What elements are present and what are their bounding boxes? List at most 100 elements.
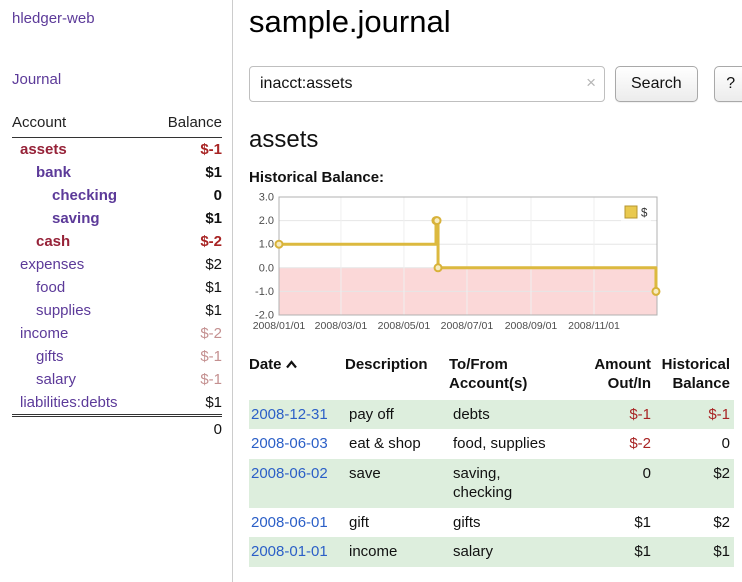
transaction-historical-balance: $2 <box>655 459 734 508</box>
transaction-accounts: food, supplies <box>449 429 575 459</box>
accounts-col-account: Account <box>12 114 66 131</box>
svg-text:2008/11/01: 2008/11/01 <box>568 320 620 332</box>
account-row: gifts $-1 <box>12 345 222 368</box>
account-link[interactable]: income <box>12 325 68 342</box>
account-balance: $2 <box>205 256 222 273</box>
svg-text:2.0: 2.0 <box>259 215 274 227</box>
accounts-rows: assets$-1bank$1checking0saving$1cash$-2e… <box>12 138 222 414</box>
register-header-row: Date Description To/From Account(s) Amou… <box>249 354 734 400</box>
account-link[interactable]: liabilities:debts <box>12 394 118 411</box>
historical-balance-chart-container: 3.02.01.00.0-1.0-2.02008/01/012008/03/01… <box>249 191 742 342</box>
sidebar-item-journal[interactable]: Journal <box>12 71 61 88</box>
transaction-date-link[interactable]: 2008-06-02 <box>251 465 328 482</box>
transaction-description: gift <box>345 508 449 538</box>
transaction-description: eat & shop <box>345 429 449 459</box>
svg-text:-1.0: -1.0 <box>255 286 274 298</box>
transaction-accounts: saving, checking <box>449 459 575 508</box>
accounts-table: Account Balance assets$-1bank$1checking0… <box>12 110 222 442</box>
transaction-date-link[interactable]: 2008-06-03 <box>251 435 328 452</box>
svg-text:$: $ <box>641 208 648 220</box>
help-button[interactable]: ? <box>714 66 742 102</box>
account-link[interactable]: saving <box>12 210 100 227</box>
account-balance: $1 <box>205 302 222 319</box>
transaction-historical-balance: $2 <box>655 508 734 538</box>
account-balance: $-1 <box>200 348 222 365</box>
register-col-description: Description <box>345 354 449 400</box>
transaction-description: pay off <box>345 400 449 430</box>
account-balance: $1 <box>205 164 222 181</box>
account-row: expenses $2 <box>12 253 222 276</box>
accounts-col-balance: Balance <box>168 114 222 131</box>
transaction-description: save <box>345 459 449 508</box>
account-balance: $-1 <box>200 371 222 388</box>
main-content: sample.journal × Search ? assets Histori… <box>233 0 742 582</box>
register-col-balance: Historical Balance <box>655 354 734 400</box>
svg-text:2008/07/01: 2008/07/01 <box>441 320 494 332</box>
account-link[interactable]: gifts <box>12 348 64 365</box>
app-title-link[interactable]: hledger-web <box>12 10 222 27</box>
transaction-historical-balance: $1 <box>655 537 734 567</box>
svg-text:2008/01/01: 2008/01/01 <box>253 320 306 332</box>
transaction-amount: 0 <box>575 459 655 508</box>
transaction-amount: $1 <box>575 537 655 567</box>
historical-balance-chart: 3.02.01.00.0-1.0-2.02008/01/012008/03/01… <box>249 191 663 337</box>
account-link[interactable]: food <box>12 279 65 296</box>
register-row: 2008-06-02 savesaving, checking0$2 <box>249 459 734 508</box>
chart-title: Historical Balance: <box>249 169 742 186</box>
svg-text:1.0: 1.0 <box>259 239 274 251</box>
account-row: assets $-1 <box>12 138 222 161</box>
account-link[interactable]: assets <box>12 141 67 158</box>
transaction-accounts: salary <box>449 537 575 567</box>
transaction-historical-balance: $-1 <box>655 400 734 430</box>
transaction-amount: $-2 <box>575 429 655 459</box>
search-bar: × Search ? <box>249 66 742 102</box>
search-input[interactable] <box>249 66 605 102</box>
sort-ascending-icon <box>285 356 298 375</box>
transaction-amount: $-1 <box>575 400 655 430</box>
register-row: 2008-12-31pay offdebts$-1$-1 <box>249 400 734 430</box>
account-row: supplies $1 <box>12 299 222 322</box>
account-link[interactable]: bank <box>12 164 71 181</box>
clear-search-icon[interactable]: × <box>586 73 596 93</box>
account-row: saving $1 <box>12 207 222 230</box>
transaction-description: income <box>345 537 449 567</box>
register-col-date[interactable]: Date <box>249 354 345 400</box>
accounts-table-header: Account Balance <box>12 110 222 138</box>
transaction-historical-balance: 0 <box>655 429 734 459</box>
svg-text:2008/09/01: 2008/09/01 <box>505 320 558 332</box>
account-balance: $-1 <box>200 141 222 158</box>
account-row: liabilities:debts $1 <box>12 391 222 414</box>
account-balance: $-2 <box>200 325 222 342</box>
account-row: cash$-2 <box>12 230 222 253</box>
transaction-accounts: debts <box>449 400 575 430</box>
accounts-total-row: 0 <box>12 414 222 442</box>
account-row: bank $1 <box>12 161 222 184</box>
account-row: salary $-1 <box>12 368 222 391</box>
register-col-amount: Amount Out/In <box>575 354 655 400</box>
svg-text:0.0: 0.0 <box>259 262 274 274</box>
register-col-account: To/From Account(s) <box>449 354 575 400</box>
register-row: 2008-06-03 eat & shopfood, supplies$-20 <box>249 429 734 459</box>
account-balance: $1 <box>205 394 222 411</box>
transaction-date-link[interactable]: 2008-01-01 <box>251 543 328 560</box>
account-link[interactable]: supplies <box>12 302 91 319</box>
account-link[interactable]: salary <box>12 371 76 388</box>
account-link[interactable]: checking <box>12 187 117 204</box>
svg-text:2008/03/01: 2008/03/01 <box>315 320 368 332</box>
transaction-date-link[interactable]: 2008-06-01 <box>251 514 328 531</box>
account-link[interactable]: expenses <box>12 256 84 273</box>
sidebar: hledger-web Journal Account Balance asse… <box>0 0 233 582</box>
svg-text:2008/05/01: 2008/05/01 <box>378 320 431 332</box>
transaction-accounts: gifts <box>449 508 575 538</box>
search-button[interactable]: Search <box>615 66 698 102</box>
account-link[interactable]: cash <box>12 233 70 250</box>
account-row: income $-2 <box>12 322 222 345</box>
register-row: 2008-06-01 giftgifts$1$2 <box>249 508 734 538</box>
svg-text:3.0: 3.0 <box>259 192 274 204</box>
register-row: 2008-01-01incomesalary$1$1 <box>249 537 734 567</box>
account-balance: $1 <box>205 210 222 227</box>
account-row: checking0 <box>12 184 222 207</box>
transaction-date-link[interactable]: 2008-12-31 <box>251 406 328 423</box>
register-table: Date Description To/From Account(s) Amou… <box>249 354 734 567</box>
transaction-amount: $1 <box>575 508 655 538</box>
